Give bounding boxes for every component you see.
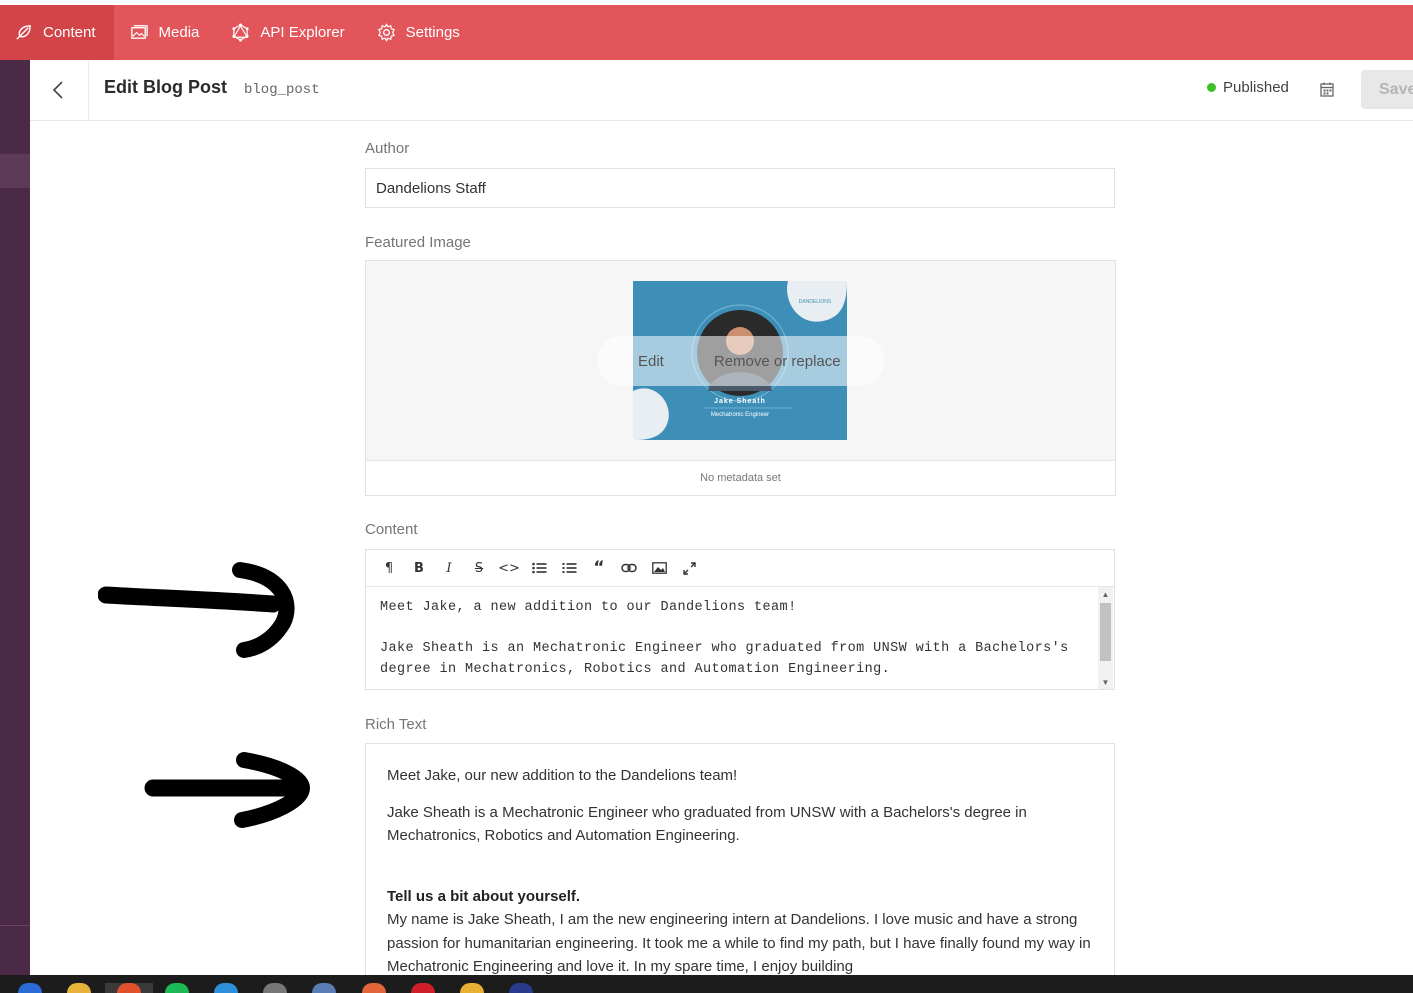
model-api-key: blog_post bbox=[244, 82, 320, 98]
sidebar-highlight bbox=[0, 154, 30, 188]
rich-text-paragraph: Meet Jake, our new addition to the Dande… bbox=[387, 767, 738, 784]
editor-header: Edit Blog Post blog_post Published Save bbox=[30, 60, 1413, 121]
top-navbar: Content Media API Explorer Settings bbox=[0, 5, 1413, 60]
author-field[interactable]: Dandelions Staff bbox=[365, 168, 1115, 208]
markdown-editor: ¶ B I S <> “ Meet Jake, a new addition t… bbox=[365, 549, 1115, 690]
image-icon bbox=[130, 25, 148, 39]
terminal-icon[interactable] bbox=[263, 983, 287, 993]
scrollbar-thumb[interactable] bbox=[1100, 603, 1111, 661]
link-icon[interactable] bbox=[614, 553, 644, 583]
rich-text-paragraph: My name is Jake Sheath, I am the new eng… bbox=[387, 911, 1091, 975]
rich-text-editor[interactable]: Meet Jake, our new addition to the Dande… bbox=[365, 743, 1115, 983]
left-sidebar-rail[interactable] bbox=[0, 60, 30, 975]
markdown-line: Jake Sheath is an Mechatronic Engineer w… bbox=[380, 641, 1069, 656]
code-icon[interactable]: <> bbox=[494, 553, 524, 583]
save-button[interactable]: Save bbox=[1361, 70, 1413, 109]
brand-logo-text: DANDELIONS bbox=[799, 299, 832, 305]
status-dot-icon bbox=[1207, 83, 1216, 92]
numbered-list-icon[interactable] bbox=[554, 553, 584, 583]
rich-text-label: Rich Text bbox=[365, 716, 427, 733]
nav-settings[interactable]: Settings bbox=[361, 5, 476, 60]
profile-name-text: Jake Sheath bbox=[714, 398, 766, 405]
image-actions-pill: Edit Remove or replace bbox=[597, 336, 884, 386]
content-label: Content bbox=[365, 521, 418, 538]
nav-media[interactable]: Media bbox=[114, 5, 216, 60]
rich-text-heading: Tell us a bit about yourself. bbox=[387, 887, 581, 905]
scroll-up-icon[interactable]: ▲ bbox=[1098, 587, 1113, 601]
paragraph-icon[interactable]: ¶ bbox=[374, 553, 404, 583]
italic-icon[interactable]: I bbox=[434, 553, 464, 583]
file-explorer-icon[interactable] bbox=[67, 983, 91, 993]
image-metadata-note: No metadata set bbox=[366, 460, 1115, 495]
page-title: Edit Blog Post bbox=[104, 77, 227, 97]
status-badge: Published bbox=[1207, 79, 1289, 96]
nav-media-label: Media bbox=[158, 24, 200, 41]
os-taskbar bbox=[0, 975, 1413, 993]
profile-role-text: Mechatronic Engineer bbox=[711, 412, 769, 418]
fullscreen-icon[interactable] bbox=[674, 553, 704, 583]
remove-replace-image-button[interactable]: Remove or replace bbox=[714, 353, 841, 370]
image-icon[interactable] bbox=[644, 553, 674, 583]
annotation-arrow-icon bbox=[98, 562, 295, 658]
nav-content-label: Content bbox=[43, 24, 96, 41]
status-label: Published bbox=[1223, 79, 1289, 96]
nav-api-explorer-label: API Explorer bbox=[260, 24, 345, 41]
sidebar-divider bbox=[0, 925, 30, 926]
vscode-icon[interactable] bbox=[214, 983, 238, 993]
rich-text-paragraph: Jake Sheath is a Mechatronic Engineer wh… bbox=[387, 803, 1027, 845]
markdown-line: Meet Jake, a new addition to our Dandeli… bbox=[380, 600, 797, 615]
opera-icon[interactable] bbox=[411, 983, 435, 993]
word-icon[interactable] bbox=[18, 983, 42, 993]
gear-icon bbox=[377, 23, 395, 42]
schedule-button[interactable] bbox=[1316, 78, 1338, 100]
chevron-left-icon bbox=[52, 81, 63, 99]
featured-image-field: Jake Sheath Mechatronic Engineer DANDELI… bbox=[365, 260, 1116, 496]
markdown-scrollbar[interactable]: ▲ ▼ bbox=[1098, 587, 1113, 689]
edit-image-button[interactable]: Edit bbox=[638, 353, 664, 370]
nav-api-explorer[interactable]: API Explorer bbox=[215, 5, 360, 60]
postgres-icon[interactable] bbox=[312, 983, 336, 993]
chrome-icon[interactable] bbox=[460, 983, 484, 993]
feather-icon bbox=[16, 25, 31, 40]
nav-content[interactable]: Content bbox=[0, 5, 114, 60]
markdown-textarea[interactable]: Meet Jake, a new addition to our Dandeli… bbox=[366, 587, 1098, 689]
nav-settings-label: Settings bbox=[405, 24, 460, 41]
back-button[interactable] bbox=[30, 60, 89, 120]
spotify-icon[interactable] bbox=[165, 983, 189, 993]
markdown-toolbar: ¶ B I S <> “ bbox=[366, 550, 1114, 587]
markdown-line: degree in Mechatronics, Robotics and Aut… bbox=[380, 662, 891, 677]
calendar-icon bbox=[1320, 82, 1334, 97]
bold-icon[interactable]: B bbox=[404, 553, 434, 583]
scroll-down-icon[interactable]: ▼ bbox=[1098, 675, 1113, 689]
app-icon[interactable] bbox=[117, 983, 141, 993]
bulleted-list-icon[interactable] bbox=[524, 553, 554, 583]
app-icon[interactable] bbox=[362, 983, 386, 993]
graphql-icon bbox=[232, 23, 249, 42]
quote-icon[interactable]: “ bbox=[584, 553, 614, 583]
strikethrough-icon[interactable]: S bbox=[464, 553, 494, 583]
app-icon[interactable] bbox=[509, 983, 533, 993]
annotation-arrow-icon bbox=[144, 752, 311, 828]
author-label: Author bbox=[365, 140, 410, 157]
featured-image-label: Featured Image bbox=[365, 234, 471, 251]
